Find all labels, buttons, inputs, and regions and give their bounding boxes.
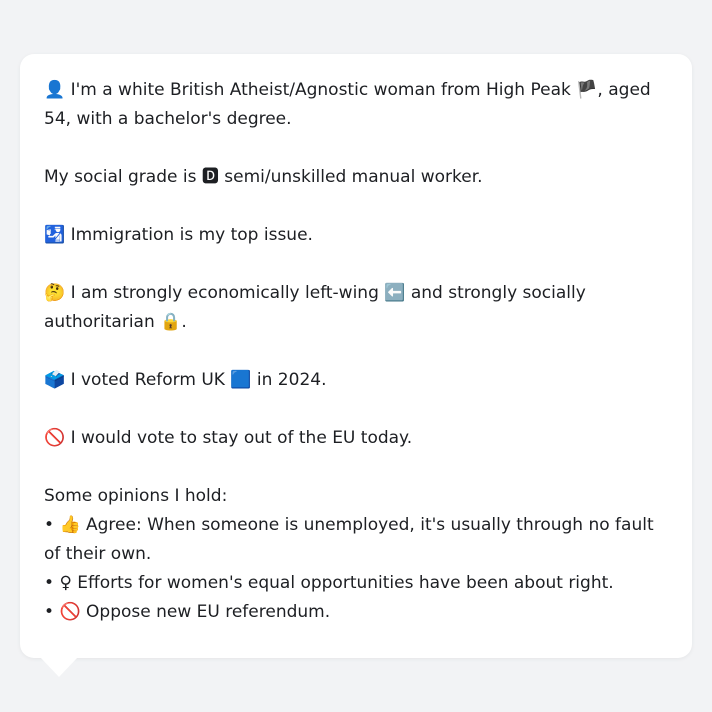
passport-control-icon: 🛂: [44, 225, 66, 245]
lock-icon: 🔒: [160, 312, 182, 332]
thinking-face-icon: 🤔: [44, 283, 66, 303]
prohibited-icon: 🚫: [44, 428, 66, 448]
issue-text: Immigration is my top issue.: [70, 225, 313, 245]
person-icon: 👤: [44, 80, 66, 100]
message-bubble: 👤 I'm a white British Atheist/Agnostic w…: [20, 54, 692, 658]
vote-text: I voted Reform UK: [70, 370, 225, 390]
letter-d-icon: 🅳: [201, 167, 219, 187]
eu-text: I would vote to stay out of the EU today…: [70, 428, 413, 448]
opinion-item: • 🚫 Oppose new EU referendum.: [44, 598, 668, 627]
opinion-item: • ♀ Efforts for women's equal opportunit…: [44, 569, 668, 598]
opinion-text: Agree: When someone is unemployed, it's …: [44, 515, 654, 564]
england-flag-icon: 🏴: [576, 80, 598, 100]
bubble-tail: [40, 657, 78, 677]
bullet: •: [44, 602, 55, 622]
stance-line: 🤔 I am strongly economically left-wing ⬅…: [44, 279, 668, 337]
issue-line: 🛂 Immigration is my top issue.: [44, 221, 668, 250]
grade-text: My social grade is: [44, 167, 197, 187]
stance-end: .: [181, 312, 187, 332]
left-arrow-icon: ⬅️: [384, 283, 406, 303]
thumbs-up-icon: 👍: [59, 515, 81, 535]
opinion-text: Oppose new EU referendum.: [86, 602, 331, 622]
vote-line: 🗳️ I voted Reform UK 🟦 in 2024.: [44, 366, 668, 395]
ballot-box-icon: 🗳️: [44, 370, 66, 390]
bullet: •: [44, 515, 55, 535]
eu-line: 🚫 I would vote to stay out of the EU tod…: [44, 424, 668, 453]
grade-text-2: semi/unskilled manual worker.: [224, 167, 483, 187]
intro-line: 👤 I'm a white British Atheist/Agnostic w…: [44, 76, 668, 134]
grade-line: My social grade is 🅳 semi/unskilled manu…: [44, 163, 668, 192]
female-sign-icon: ♀: [59, 573, 72, 593]
opinion-text: Efforts for women's equal opportunities …: [77, 573, 614, 593]
prohibited-icon: 🚫: [59, 602, 81, 622]
stance-text: I am strongly economically left-wing: [70, 283, 379, 303]
bullet: •: [44, 573, 55, 593]
blue-square-icon: 🟦: [230, 370, 252, 390]
opinions-heading: Some opinions I hold:: [44, 486, 228, 506]
opinion-item: • 👍 Agree: When someone is unemployed, i…: [44, 511, 668, 569]
intro-text: I'm a white British Atheist/Agnostic wom…: [70, 80, 571, 100]
vote-text-2: in 2024.: [256, 370, 327, 390]
